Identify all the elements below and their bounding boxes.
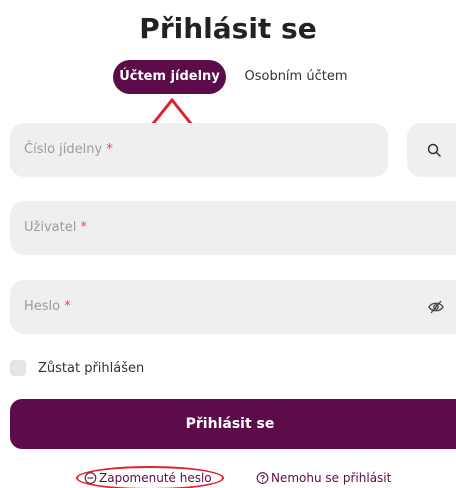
cant-login-label: Nemohu se přihlásit bbox=[271, 471, 392, 485]
password-placeholder: Heslo * bbox=[24, 299, 71, 314]
remember-me[interactable]: Zůstat přihlášen bbox=[10, 359, 144, 377]
page-title: Přihlásit se bbox=[139, 12, 317, 45]
tab-canteen-account[interactable]: Účtem jídelny bbox=[113, 60, 226, 94]
username-placeholder: Uživatel * bbox=[24, 220, 87, 235]
remember-checkbox[interactable] bbox=[10, 360, 26, 376]
login-button-label: Přihlásit se bbox=[185, 416, 275, 432]
username-field[interactable]: Uživatel * bbox=[10, 201, 456, 255]
help-circle-icon bbox=[256, 472, 269, 484]
search-button[interactable] bbox=[407, 123, 456, 177]
login-page: Přihlásit se Účtem jídelny Osobním účtem… bbox=[0, 0, 456, 488]
remember-label: Zůstat přihlášen bbox=[38, 360, 145, 376]
annotation-ellipse bbox=[76, 466, 224, 488]
cant-login-link[interactable]: Nemohu se přihlásit bbox=[256, 471, 391, 485]
tab-personal-account[interactable]: Osobním účtem bbox=[240, 60, 352, 94]
password-field[interactable]: Heslo * bbox=[10, 280, 456, 334]
canteen-number-field[interactable]: Číslo jídelny * bbox=[10, 123, 388, 177]
login-button[interactable]: Přihlásit se bbox=[10, 399, 456, 449]
search-icon bbox=[427, 143, 441, 157]
eye-off-icon[interactable] bbox=[428, 300, 444, 314]
help-links: Zapomenuté heslo Nemohu se přihlásit bbox=[0, 471, 456, 488]
login-type-tabs: Účtem jídelny Osobním účtem bbox=[0, 60, 456, 96]
canteen-number-placeholder: Číslo jídelny * bbox=[24, 142, 113, 157]
